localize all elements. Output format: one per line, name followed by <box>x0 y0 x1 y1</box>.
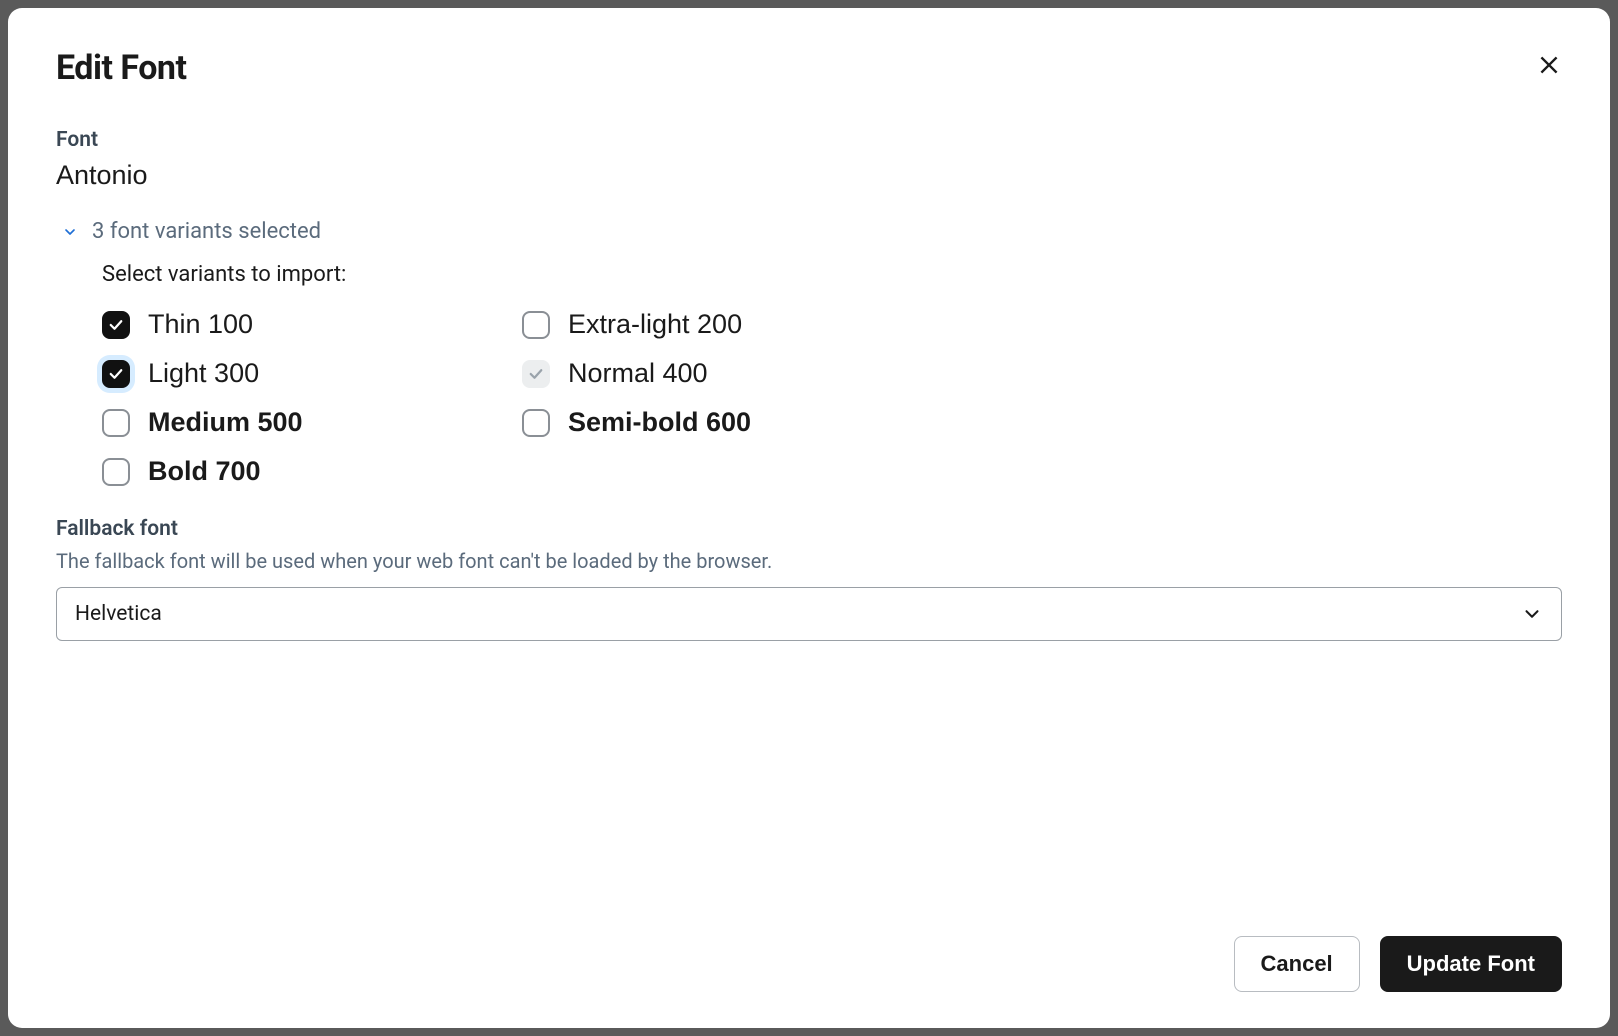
checkbox-medium-500[interactable] <box>102 409 130 437</box>
checkbox-normal-400[interactable] <box>522 360 550 388</box>
checkbox-light-300[interactable] <box>102 360 130 388</box>
variants-grid: Thin 100 Extra-light 200 Light 300 <box>102 309 1562 487</box>
checkbox-thin-100[interactable] <box>102 311 130 339</box>
modal-title: Edit Font <box>56 48 186 88</box>
modal-header: Edit Font <box>56 48 1562 88</box>
variant-label: Thin 100 <box>148 309 253 340</box>
variant-thin-100: Thin 100 <box>102 309 522 340</box>
variant-label: Bold 700 <box>148 456 261 487</box>
variants-heading: Select variants to import: <box>102 262 1562 287</box>
checkbox-bold-700[interactable] <box>102 458 130 486</box>
variant-extra-light-200: Extra-light 200 <box>522 309 942 340</box>
variants-expander[interactable]: 3 font variants selected <box>62 219 1562 244</box>
fallback-font-value: Helvetica <box>75 602 162 626</box>
cancel-button[interactable]: Cancel <box>1234 936 1360 992</box>
variants-block: Select variants to import: Thin 100 Extr… <box>102 262 1562 487</box>
variant-label: Light 300 <box>148 358 259 389</box>
close-icon <box>1536 52 1562 78</box>
variant-label: Semi-bold 600 <box>568 407 751 438</box>
variant-light-300: Light 300 <box>102 358 522 389</box>
variants-summary: 3 font variants selected <box>92 219 321 244</box>
variant-label: Medium 500 <box>148 407 303 438</box>
close-button[interactable] <box>1530 46 1568 87</box>
checkbox-extra-light-200[interactable] <box>522 311 550 339</box>
check-icon <box>107 316 125 334</box>
modal-footer: Cancel Update Font <box>56 896 1562 992</box>
variant-semi-bold-600: Semi-bold 600 <box>522 407 942 438</box>
variant-label: Normal 400 <box>568 358 708 389</box>
edit-font-modal: Edit Font Font Antonio 3 font variants s… <box>8 8 1610 1028</box>
checkbox-semi-bold-600[interactable] <box>522 409 550 437</box>
fallback-description: The fallback font will be used when your… <box>56 549 1562 573</box>
font-label: Font <box>56 128 1562 152</box>
variant-label: Extra-light 200 <box>568 309 742 340</box>
font-section: Font Antonio 3 font variants selected Se… <box>56 128 1562 507</box>
fallback-section: Fallback font The fallback font will be … <box>56 517 1562 641</box>
update-font-button[interactable]: Update Font <box>1380 936 1562 992</box>
fallback-font-select[interactable]: Helvetica <box>56 587 1562 641</box>
variant-medium-500: Medium 500 <box>102 407 522 438</box>
check-icon <box>527 365 545 383</box>
font-name-value: Antonio <box>56 160 1562 191</box>
variant-bold-700: Bold 700 <box>102 456 522 487</box>
chevron-down-icon <box>62 224 78 240</box>
variant-normal-400: Normal 400 <box>522 358 942 389</box>
chevron-down-icon <box>1521 603 1543 625</box>
check-icon <box>107 365 125 383</box>
fallback-label: Fallback font <box>56 517 1562 541</box>
